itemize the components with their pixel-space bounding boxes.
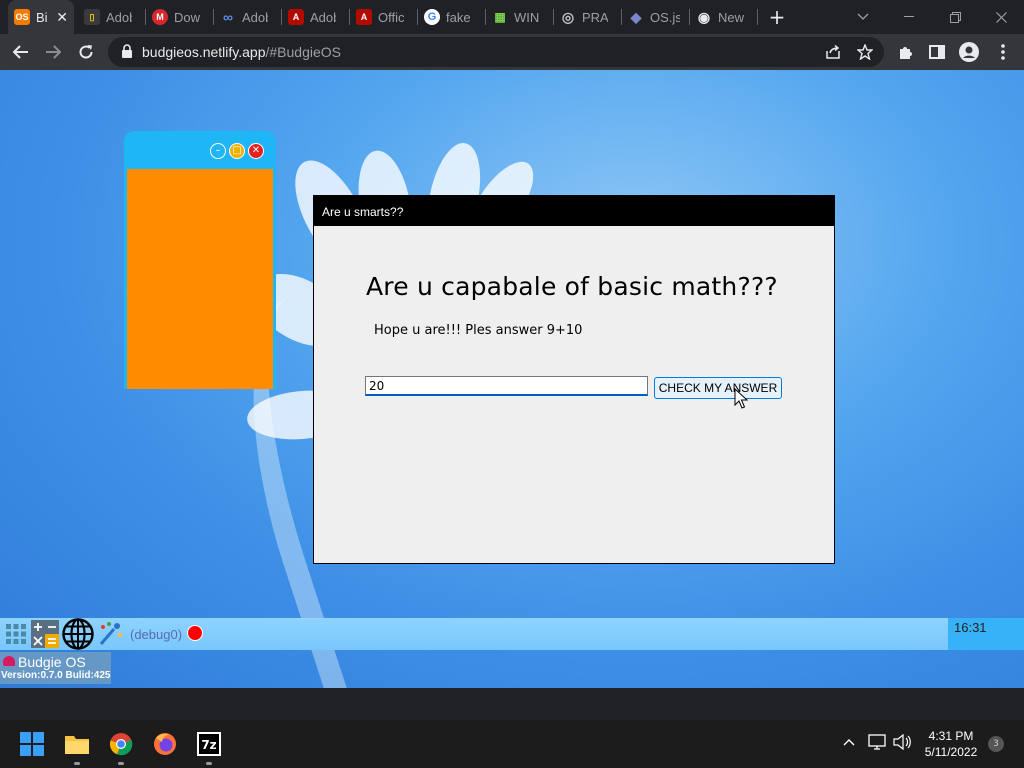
check-answer-button[interactable]: CHECK MY ANSWER	[654, 377, 782, 399]
quiz-heading: Are u capabale of basic math???	[366, 272, 778, 301]
maximize-icon[interactable]: □	[229, 143, 245, 159]
back-arrow-icon[interactable]	[8, 39, 34, 65]
calculator-icon[interactable]	[31, 620, 59, 648]
restore-window-icon[interactable]	[932, 0, 978, 34]
tab-adobe-2[interactable]: ∞ Adob	[214, 0, 282, 34]
reload-icon[interactable]	[73, 39, 99, 65]
mouse-cursor-icon	[734, 388, 748, 409]
math-quiz-window[interactable]: Are u smarts?? Are u capabale of basic m…	[313, 195, 835, 564]
clock-time: 16:31	[954, 620, 987, 635]
firefox-icon[interactable]	[149, 728, 181, 760]
adobe-acrobat-icon: A	[356, 9, 372, 25]
orange-window-content	[127, 169, 273, 389]
clock-time: 4:31 PM	[928, 729, 974, 743]
file-explorer-icon[interactable]	[61, 728, 93, 765]
tab-google-fake[interactable]: G fake	[418, 0, 486, 34]
svg-text:7z: 7z	[201, 738, 216, 752]
tab-new[interactable]: ◉ New	[690, 0, 758, 34]
record-indicator-icon[interactable]	[187, 625, 203, 641]
tab-pran[interactable]: ◎ PRAN	[554, 0, 622, 34]
url-host: budgieos.netlify.app	[142, 44, 266, 60]
tab-label: Bi	[36, 9, 48, 25]
url-text: budgieos.netlify.app/#BudgieOS	[142, 44, 341, 60]
tab-label: Offic	[378, 9, 404, 25]
running-indicator	[118, 762, 124, 765]
browser-toolbar: budgieos.netlify.app/#BudgieOS	[0, 34, 1024, 70]
extensions-puzzle-icon[interactable]	[893, 39, 919, 65]
windows-taskbar: 7z 4:31 PM 5/11/2022 3	[0, 720, 1024, 768]
chrome-taskbar-icon[interactable]	[105, 728, 137, 765]
google-icon: G	[424, 9, 440, 25]
profile-avatar-icon[interactable]	[956, 39, 982, 65]
tab-label: Adob	[242, 9, 268, 25]
side-panel-icon[interactable]	[924, 39, 950, 65]
os-version-badge: Budgie OS Version:0.7.0 Bulid:425	[0, 652, 111, 684]
minimize-window-icon[interactable]	[886, 0, 932, 34]
os-version: Version:0.7.0 Bulid:425	[1, 670, 111, 681]
window-title[interactable]: Are u smarts??	[314, 196, 834, 226]
close-window-icon[interactable]	[978, 0, 1024, 34]
tab-label: New	[718, 9, 744, 25]
windows-pixel-icon: ▦	[494, 10, 506, 24]
tab-adobe-1[interactable]: ▯ Adob	[78, 0, 146, 34]
show-hidden-icons-chevron-icon[interactable]	[843, 734, 855, 750]
more-menu-icon[interactable]	[990, 39, 1016, 65]
browser-globe-icon[interactable]	[62, 618, 94, 650]
close-icon[interactable]: ✕	[248, 143, 264, 159]
tab-osjs[interactable]: ◆ OS.js	[622, 0, 690, 34]
share-icon[interactable]	[820, 39, 846, 65]
globe-icon: ◎	[561, 8, 575, 25]
osjs-cube-icon: ◆	[630, 8, 642, 25]
tab-label: WIN	[514, 9, 540, 25]
tab-search-chevron-icon[interactable]	[840, 0, 886, 34]
budgie-taskbar: (debug0) 16:31	[0, 618, 1024, 650]
tab-label: PRAN	[582, 9, 608, 25]
tab-label: OS.js	[650, 9, 680, 25]
7zip-icon[interactable]: 7z	[193, 728, 225, 765]
new-tab-button[interactable]: +	[766, 6, 788, 28]
notification-badge[interactable]: 3	[988, 736, 1004, 752]
forward-arrow-icon[interactable]	[40, 39, 66, 65]
os-name: Budgie OS	[18, 654, 86, 670]
tab-label: fake	[446, 9, 471, 25]
running-indicator	[74, 762, 80, 765]
tab-label: Adob	[106, 9, 132, 25]
chrome-icon: ◉	[697, 8, 711, 25]
adobe-file-icon: ▯	[84, 9, 100, 25]
quiz-prompt: Hope u are!!! Ples answer 9+10	[374, 323, 583, 338]
debug-label[interactable]: (debug0)	[130, 627, 182, 642]
budgie-desktop: – □ ✕ Are u smarts?? Are u capabale of b…	[0, 70, 1024, 688]
tab-label: Adob	[310, 9, 336, 25]
tab-adobe-3[interactable]: A Adob	[282, 0, 350, 34]
mega-icon: M	[152, 9, 168, 25]
lock-icon[interactable]	[120, 43, 134, 59]
tab-budgie-os[interactable]: OS Bi ✕	[8, 0, 74, 34]
network-icon[interactable]	[868, 734, 886, 754]
volume-icon[interactable]	[893, 733, 911, 754]
budgie-os-icon: OS	[14, 9, 30, 25]
minimize-icon[interactable]: –	[210, 143, 226, 159]
tab-label: Dow	[174, 9, 200, 25]
running-indicator	[206, 762, 212, 765]
browser-tab-strip: OS Bi ✕ ▯ Adob M Dow ∞ Adob A Adob A Off…	[0, 0, 1024, 34]
url-path: /#BudgieOS	[265, 44, 342, 60]
tab-mega-download[interactable]: M Dow	[146, 0, 214, 34]
address-bar[interactable]: budgieos.netlify.app/#BudgieOS	[108, 37, 884, 67]
paint-brush-icon[interactable]	[97, 620, 125, 648]
tab-adobe-office[interactable]: A Offic	[350, 0, 418, 34]
close-tab-icon[interactable]: ✕	[56, 9, 68, 26]
answer-input[interactable]	[365, 376, 648, 396]
link-icon: ∞	[223, 9, 233, 25]
adobe-acrobat-icon: A	[288, 9, 304, 25]
budgie-clock[interactable]: 16:31	[948, 618, 1024, 650]
budgie-logo-icon	[3, 656, 15, 666]
bookmark-star-icon[interactable]	[852, 39, 878, 65]
windows-start-icon[interactable]	[16, 728, 48, 760]
clock-date: 5/11/2022	[924, 745, 978, 759]
app-grid-icon[interactable]	[2, 620, 30, 648]
tab-windows[interactable]: ▦ WIN	[486, 0, 554, 34]
system-clock[interactable]: 4:31 PM 5/11/2022	[916, 728, 986, 760]
orange-app-window[interactable]: – □ ✕	[124, 131, 276, 389]
